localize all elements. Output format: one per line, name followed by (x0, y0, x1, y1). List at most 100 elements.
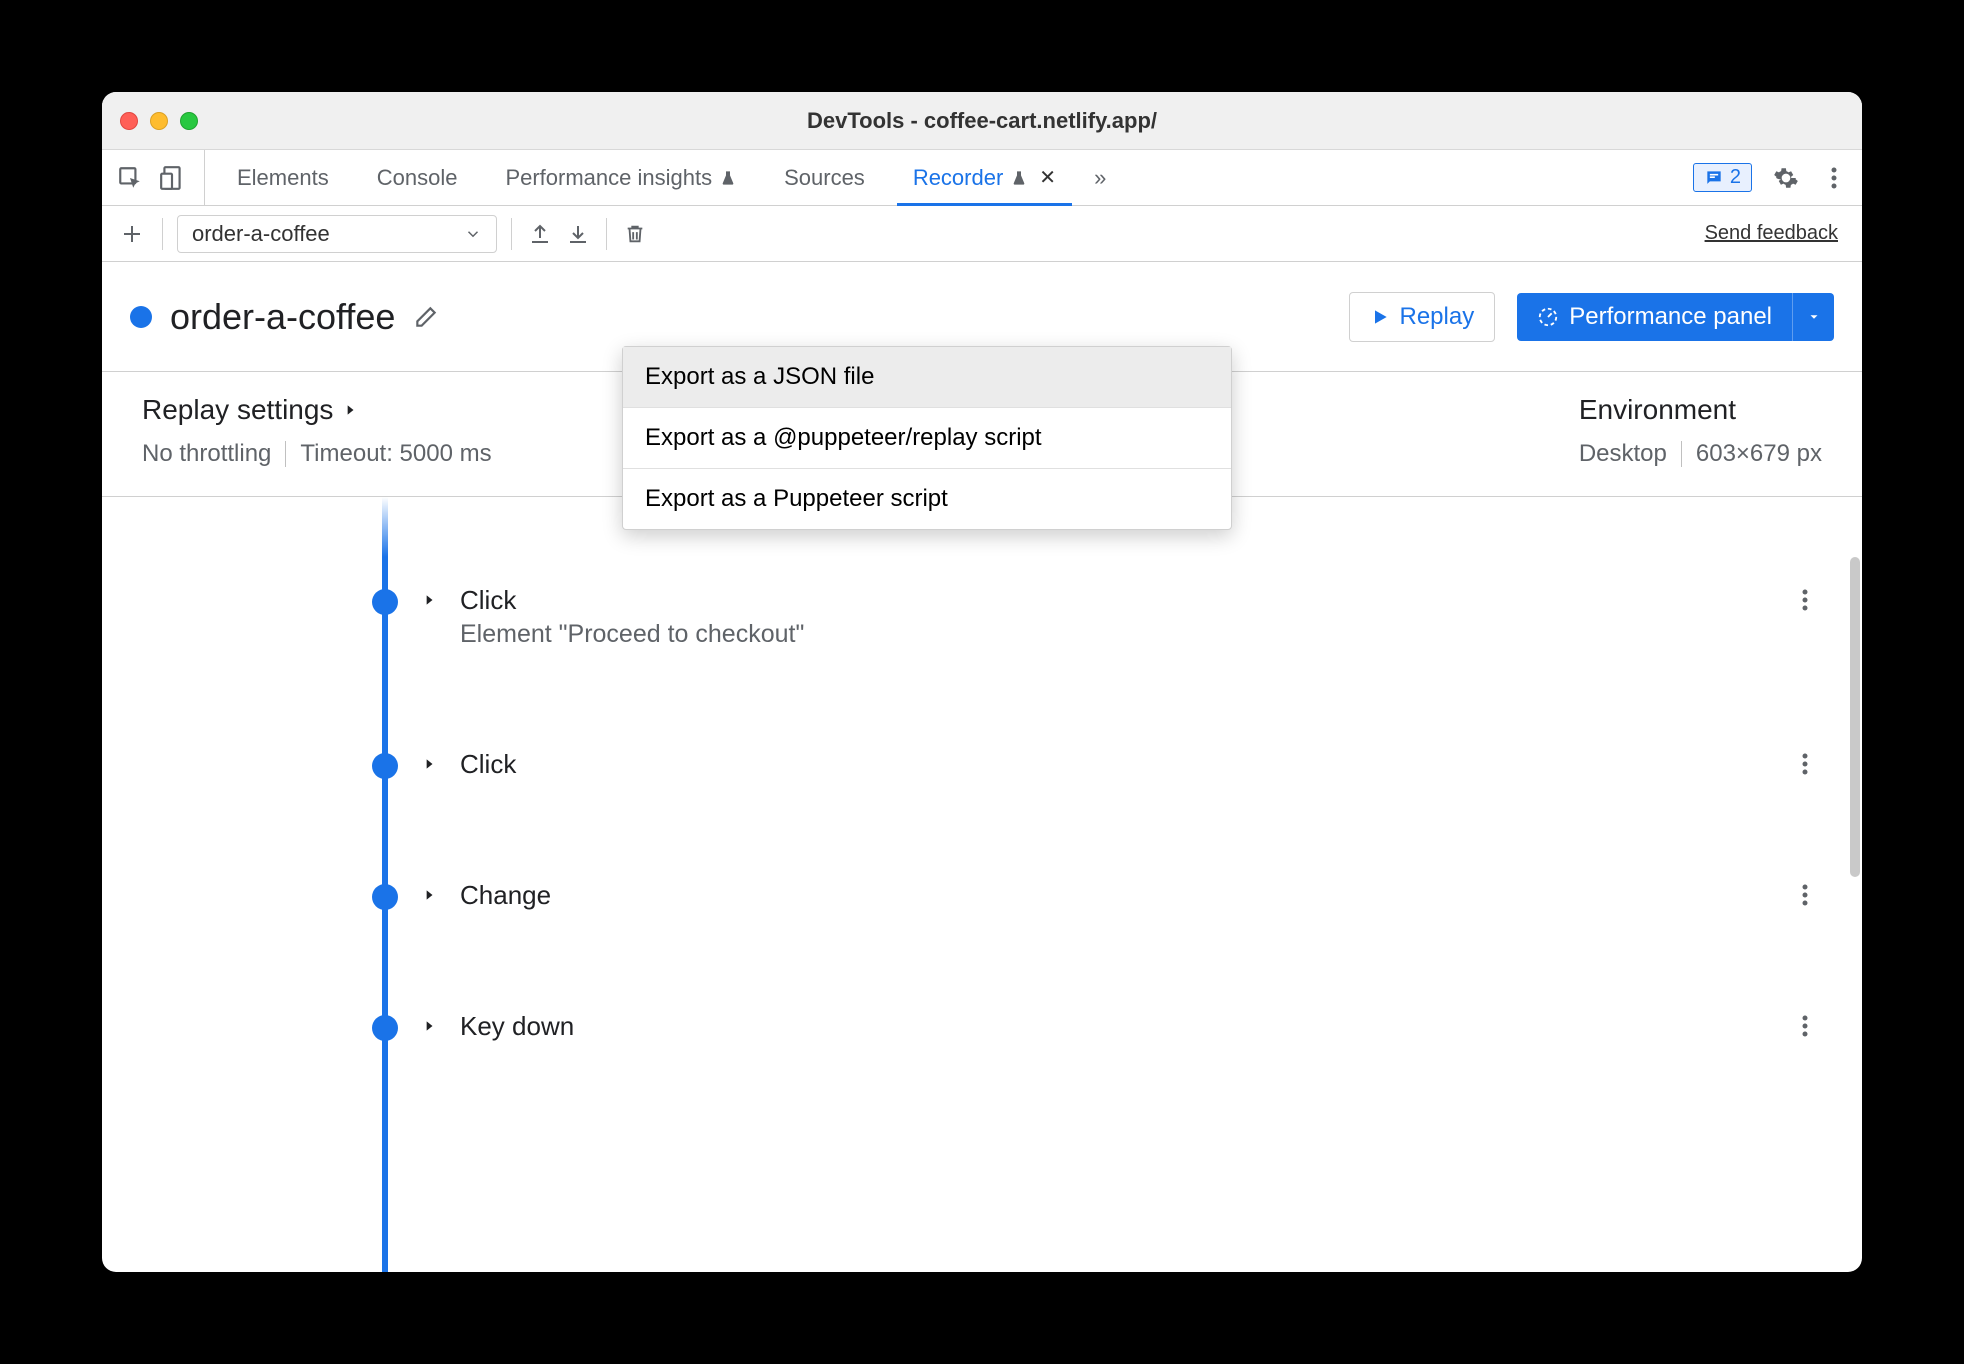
step-content: Click (460, 749, 516, 780)
export-menu-item-json[interactable]: Export as a JSON file (623, 347, 1231, 407)
export-menu-item-puppeteer-replay[interactable]: Export as a @puppeteer/replay script (623, 408, 1231, 468)
step-title: Click (460, 585, 804, 616)
step-dot-icon (372, 589, 398, 615)
close-window-button[interactable] (120, 112, 138, 130)
environment-details: Desktop 603×679 px (1579, 440, 1822, 468)
step-item[interactable]: Click Element "Proceed to checkout" (102, 567, 1838, 667)
export-menu: Export as a JSON file Export as a @puppe… (622, 346, 1232, 530)
performance-icon (1537, 306, 1559, 328)
expand-step-button[interactable] (422, 1017, 436, 1035)
maximize-window-button[interactable] (180, 112, 198, 130)
kebab-menu-icon[interactable] (1820, 164, 1848, 192)
chevron-double-right-icon: » (1094, 165, 1106, 191)
titlebar: DevTools - coffee-cart.netlify.app/ (102, 92, 1862, 150)
step-title: Key down (460, 1011, 574, 1042)
separator (162, 218, 163, 250)
device-value: Desktop (1579, 440, 1667, 468)
chat-icon (1704, 168, 1724, 188)
export-menu-item-label: Export as a JSON file (645, 363, 874, 390)
step-menu-button[interactable] (1802, 751, 1808, 777)
window-title: DevTools - coffee-cart.netlify.app/ (102, 108, 1862, 134)
tab-label: Performance insights (505, 165, 712, 191)
edit-name-button[interactable] (413, 304, 439, 330)
tabs-row: Elements Console Performance insights So… (102, 150, 1862, 206)
tab-label: Elements (237, 165, 329, 191)
step-menu-button[interactable] (1802, 587, 1808, 613)
replay-settings-title[interactable]: Replay settings (142, 394, 492, 426)
traffic-lights (120, 112, 198, 130)
close-icon[interactable]: ✕ (1039, 165, 1056, 190)
export-menu-item-puppeteer[interactable]: Export as a Puppeteer script (623, 469, 1231, 529)
import-button[interactable] (564, 220, 592, 248)
replay-settings-details: No throttling Timeout: 5000 ms (142, 440, 492, 468)
scrollbar-thumb[interactable] (1850, 557, 1860, 877)
recording-select-value: order-a-coffee (192, 221, 330, 247)
tab-elements[interactable]: Elements (213, 150, 353, 205)
more-tabs-button[interactable]: » (1080, 150, 1120, 205)
expand-step-button[interactable] (422, 886, 436, 904)
replay-settings-label: Replay settings (142, 394, 333, 426)
inspect-element-icon[interactable] (116, 164, 144, 192)
tab-label: Sources (784, 165, 865, 191)
send-feedback-link[interactable]: Send feedback (1705, 222, 1838, 245)
viewport-value: 603×679 px (1696, 440, 1822, 468)
recording-select[interactable]: order-a-coffee (177, 215, 497, 253)
step-item[interactable]: Change (102, 862, 1838, 929)
step-subtitle: Element "Proceed to checkout" (460, 620, 804, 649)
header-actions: Replay Performance panel (1349, 292, 1835, 342)
inspect-tools (116, 150, 205, 205)
tab-label: Console (377, 165, 458, 191)
step-title: Change (460, 880, 551, 911)
play-icon (1370, 307, 1390, 327)
issues-count: 2 (1730, 166, 1741, 189)
environment-settings: Environment Desktop 603×679 px (1579, 394, 1822, 468)
device-toolbar-icon[interactable] (158, 164, 186, 192)
issues-badge[interactable]: 2 (1693, 163, 1752, 192)
separator (511, 218, 512, 250)
throttling-value: No throttling (142, 440, 271, 468)
export-menu-item-label: Export as a @puppeteer/replay script (645, 424, 1042, 451)
tab-recorder[interactable]: Recorder ✕ (889, 150, 1080, 205)
step-dot-icon (372, 753, 398, 779)
steps-scroll[interactable]: Click Element "Proceed to checkout" Clic… (102, 497, 1862, 1272)
tab-label: Recorder (913, 165, 1003, 191)
replay-button[interactable]: Replay (1349, 292, 1496, 342)
step-content: Click Element "Proceed to checkout" (460, 585, 804, 649)
step-dot-icon (372, 884, 398, 910)
devtools-window: DevTools - coffee-cart.netlify.app/ Elem… (102, 92, 1862, 1272)
tab-console[interactable]: Console (353, 150, 482, 205)
recording-name: order-a-coffee (170, 296, 395, 338)
performance-panel-button[interactable]: Performance panel (1517, 293, 1792, 341)
separator (606, 218, 607, 250)
separator (285, 441, 286, 467)
expand-step-button[interactable] (422, 591, 436, 609)
tab-performance-insights[interactable]: Performance insights (481, 150, 760, 205)
timeline-fade (380, 497, 390, 557)
tab-sources[interactable]: Sources (760, 150, 889, 205)
step-menu-button[interactable] (1802, 882, 1808, 908)
panel-tabs: Elements Console Performance insights So… (213, 150, 1120, 205)
new-recording-button[interactable] (116, 218, 148, 250)
step-item[interactable]: Click (102, 731, 1838, 798)
steps-area: Click Element "Proceed to checkout" Clic… (102, 497, 1862, 1272)
step-content: Key down (460, 1011, 574, 1042)
environment-label: Environment (1579, 394, 1736, 426)
step-dot-icon (372, 1015, 398, 1041)
timeout-value: Timeout: 5000 ms (300, 440, 491, 468)
delete-button[interactable] (621, 220, 649, 248)
step-menu-button[interactable] (1802, 1013, 1808, 1039)
recording-header: order-a-coffee Replay Performance panel (102, 262, 1862, 372)
step-title: Click (460, 749, 516, 780)
chevron-right-icon (343, 401, 357, 419)
expand-step-button[interactable] (422, 755, 436, 773)
replay-button-label: Replay (1400, 303, 1475, 331)
performance-panel-dropdown[interactable] (1792, 293, 1834, 341)
tabs-right-tools: 2 (1693, 163, 1848, 192)
step-content: Change (460, 880, 551, 911)
step-item[interactable]: Key down (102, 993, 1838, 1060)
replay-settings: Replay settings No throttling Timeout: 5… (142, 394, 492, 468)
flask-icon (1011, 169, 1027, 187)
minimize-window-button[interactable] (150, 112, 168, 130)
export-button[interactable] (526, 220, 554, 248)
settings-gear-icon[interactable] (1772, 164, 1800, 192)
